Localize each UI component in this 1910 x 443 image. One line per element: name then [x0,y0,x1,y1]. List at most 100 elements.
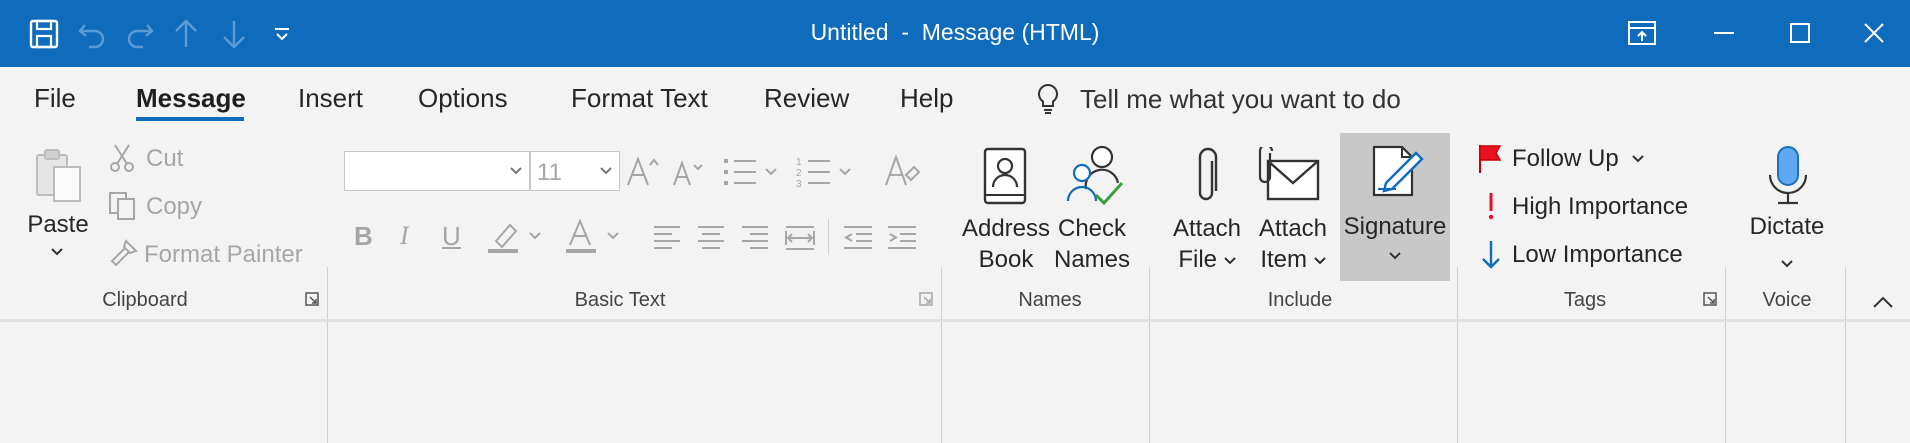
check-names-label: Check Names [1053,215,1131,273]
cut-label: Cut [146,145,184,172]
align-left-icon[interactable] [652,223,682,251]
svg-text:3: 3 [796,179,802,189]
tab-review[interactable]: Review [764,83,849,114]
format-painter-icon [108,239,138,269]
flag-icon [1476,143,1504,173]
tab-insert[interactable]: Insert [298,83,363,114]
decrease-indent-icon[interactable] [842,223,874,251]
low-importance-button[interactable]: Low Importance [1476,237,1716,271]
group-separator [1149,267,1150,443]
maximize-icon[interactable] [1776,10,1824,56]
tab-format-text[interactable]: Format Text [571,83,708,114]
signature-icon [1370,143,1426,199]
copy-label: Copy [146,193,203,220]
increase-indent-icon[interactable] [886,223,918,251]
copy-icon [108,191,138,221]
tags-dialog-launcher-icon[interactable] [1702,291,1718,307]
group-separator [1845,267,1846,443]
check-names-button[interactable]: Check Names [1040,141,1144,281]
follow-up-label: Follow Up [1512,145,1619,172]
ribbon-tabs: File Message Insert Options Format Text … [0,67,1910,131]
clear-formatting-icon[interactable] [884,153,920,189]
chevron-down-icon [599,166,613,176]
ribbon-display-options-icon[interactable] [1618,10,1666,56]
bullets-icon[interactable] [722,155,782,189]
svg-text:2: 2 [796,168,802,179]
paperclip-icon [1192,147,1222,207]
group-label-names: Names [1018,289,1082,311]
font-size-value: 11 [537,159,562,186]
paste-label: Paste [27,211,89,238]
group-separator [1457,267,1458,443]
title-bar: Untitled - Message (HTML) [0,0,1910,67]
lightbulb-icon [1036,83,1060,115]
font-color-icon[interactable] [564,219,630,255]
font-size-combobox[interactable]: 11 [530,151,620,191]
check-names-icon [1064,143,1126,209]
tab-options[interactable]: Options [418,83,508,114]
italic-button[interactable]: I [400,221,409,251]
copy-button[interactable]: Copy [108,189,208,223]
tab-help[interactable]: Help [900,83,953,114]
paste-icon [34,145,84,203]
attach-item-button[interactable]: Attach Item [1250,141,1336,281]
scissors-icon [108,143,136,173]
low-importance-label: Low Importance [1512,241,1683,268]
underline-button[interactable]: U [442,221,461,252]
bold-button[interactable]: B [354,221,373,252]
divider [828,219,829,255]
chevron-down-icon [1632,155,1644,163]
numbering-icon[interactable]: 123 [796,155,856,189]
group-separator [1725,267,1726,443]
collapse-ribbon-icon[interactable] [1872,295,1894,309]
chevron-down-icon [509,166,523,176]
high-importance-label: High Importance [1512,193,1689,220]
group-label-clipboard: Clipboard [102,289,188,311]
dictate-button[interactable]: Dictate [1740,141,1834,281]
chevron-down-icon [1388,251,1402,261]
paste-button[interactable]: Paste [26,141,90,275]
signature-label: Signature [1343,213,1447,240]
tell-me-search[interactable]: Tell me what you want to do [1036,81,1401,117]
highlight-color-icon[interactable] [486,219,552,255]
tab-message[interactable]: Message [136,83,246,114]
exclamation-icon [1484,191,1498,221]
down-arrow-icon [1480,239,1502,271]
group-label-include: Include [1267,289,1333,311]
shrink-font-icon[interactable] [672,157,704,189]
font-name-combobox[interactable] [344,151,530,191]
high-importance-button[interactable]: High Importance [1476,189,1716,223]
group-separator [327,267,328,443]
cut-button[interactable]: Cut [108,141,198,175]
attach-item-label: Attach Item [1258,215,1328,273]
microphone-icon [1766,145,1810,207]
tab-file[interactable]: File [34,83,76,114]
chevron-down-icon [1313,256,1326,265]
align-right-icon[interactable] [740,223,770,251]
minimize-icon[interactable] [1700,10,1748,56]
active-tab-indicator [136,117,244,121]
clipboard-dialog-launcher-icon[interactable] [304,291,320,307]
format-painter-label: Format Painter [144,241,303,268]
follow-up-button[interactable]: Follow Up [1476,141,1686,175]
group-label-tags: Tags [1563,289,1607,311]
close-icon[interactable] [1850,10,1898,56]
grow-font-icon[interactable] [626,155,660,189]
format-painter-button[interactable]: Format Painter [108,237,308,271]
signature-button[interactable]: Signature [1340,133,1450,281]
tell-me-label: Tell me what you want to do [1080,83,1401,114]
basic-text-dialog-launcher-icon[interactable] [918,291,934,307]
dictate-label: Dictate [1749,213,1825,240]
attach-item-icon [1256,147,1322,203]
ribbon: Paste Cut Copy Format Painter Clipboard … [0,131,1910,443]
attach-file-button[interactable]: Attach File [1164,141,1250,281]
group-separator [941,267,942,443]
chevron-down-icon [50,247,64,257]
group-label-voice: Voice [1762,289,1812,311]
attach-file-label: Attach File [1172,215,1242,273]
address-book-icon [982,147,1028,205]
chevron-down-icon [1780,259,1794,269]
align-center-icon[interactable] [696,223,726,251]
chevron-down-icon [1223,256,1236,265]
justify-icon[interactable] [784,223,816,253]
